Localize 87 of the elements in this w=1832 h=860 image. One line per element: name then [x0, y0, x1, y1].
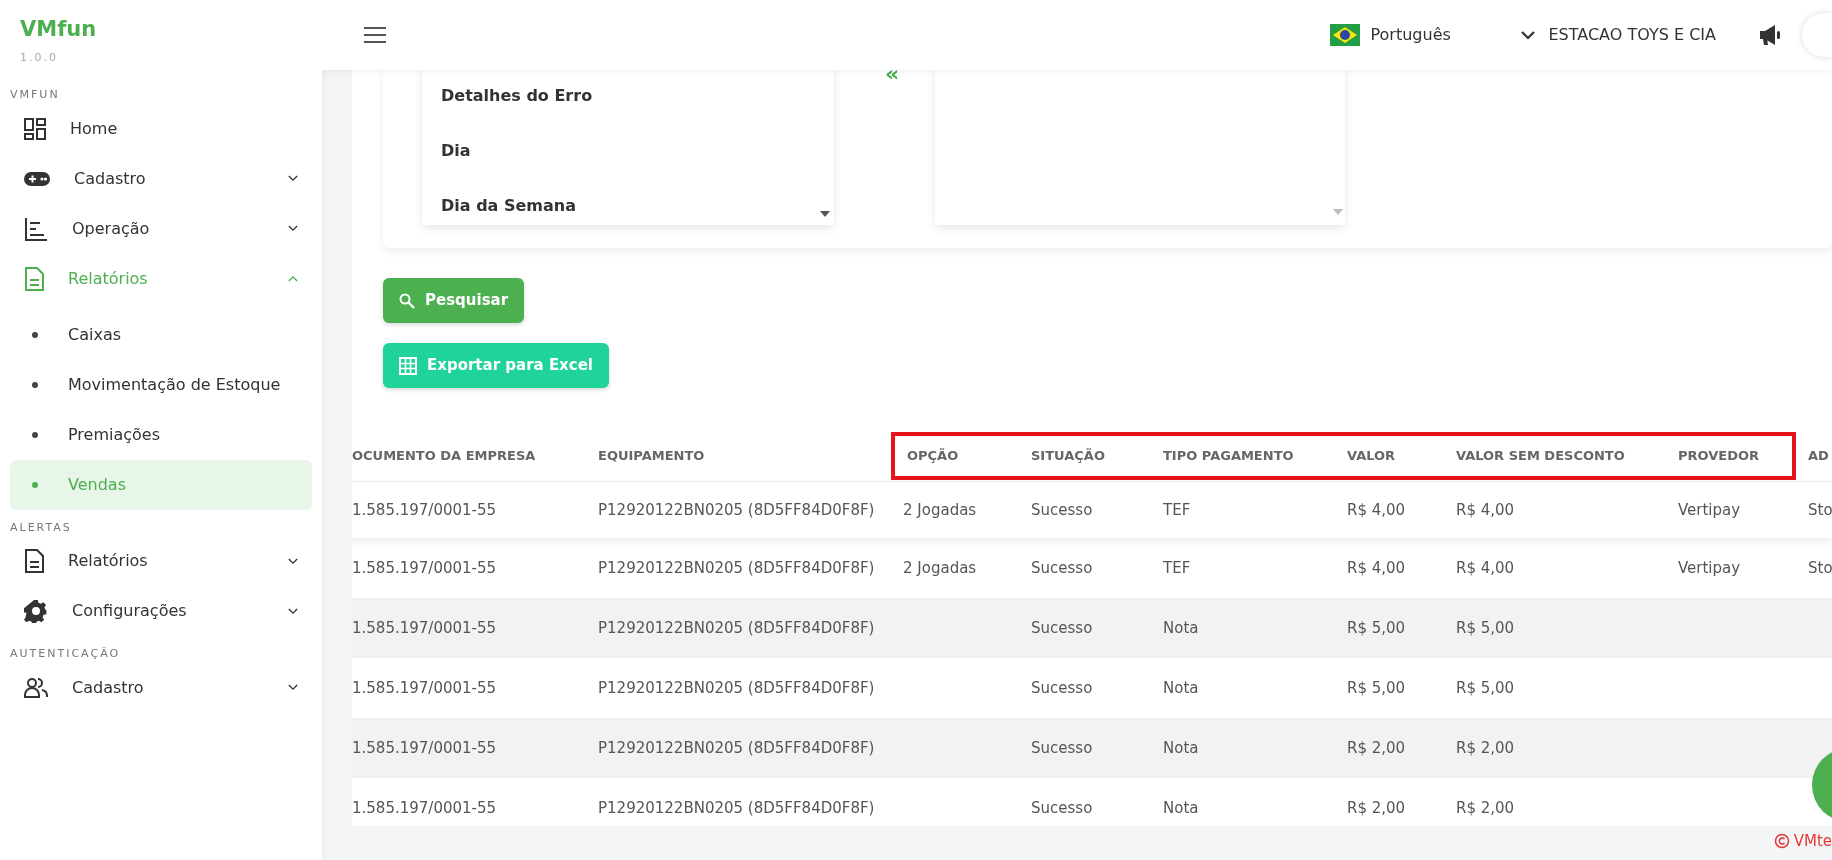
- table-cell: TEF: [1163, 501, 1191, 519]
- table-cell: Sucesso: [1031, 679, 1093, 697]
- table-cell: 1.585.197/0001-55: [352, 501, 497, 519]
- table-cell: R$ 4,00: [1347, 559, 1406, 577]
- bullet-icon: [32, 431, 38, 438]
- sidebar-subitem[interactable]: Movimentação de Estoque: [10, 359, 312, 410]
- table-cell: R$ 2,00: [1456, 799, 1515, 817]
- table-icon: [399, 356, 417, 375]
- brazil-flag-icon: [1330, 24, 1361, 46]
- sidebar-item[interactable]: Home: [10, 103, 312, 154]
- sidebar-item[interactable]: Relatórios: [10, 536, 312, 586]
- sidebar-item[interactable]: Cadastro: [10, 153, 312, 204]
- table-cell: 1.585.197/0001-55: [352, 739, 497, 757]
- table-cell: R$ 5,00: [1456, 619, 1515, 637]
- table-cell: Sto: [1808, 559, 1832, 577]
- users-icon: [24, 677, 48, 698]
- menu-icon[interactable]: [364, 27, 386, 43]
- table-cell: P12920122BN0205 (8D5FF84D0F8F): [598, 799, 875, 817]
- document-icon: [24, 266, 44, 291]
- sidebar-subitem[interactable]: Caixas: [10, 309, 312, 360]
- table-cell: R$ 4,00: [1347, 501, 1406, 519]
- table-cell: R$ 2,00: [1456, 739, 1515, 757]
- copyright-icon: [1773, 833, 1790, 850]
- table-cell: R$ 5,00: [1456, 679, 1515, 697]
- table-cell: R$ 4,00: [1456, 501, 1515, 519]
- version-label: 1.0.0: [19, 49, 59, 66]
- gamepad-icon: [24, 170, 50, 187]
- bullet-icon: [32, 331, 38, 338]
- table-cell: R$ 5,00: [1347, 619, 1406, 637]
- table-cell: 2 Jogadas: [903, 501, 977, 519]
- bullet-icon: [32, 481, 38, 488]
- table-cell: R$ 4,00: [1456, 559, 1515, 577]
- table-cell: 1.585.197/0001-55: [352, 619, 497, 637]
- table-cell: P12920122BN0205 (8D5FF84D0F8F): [598, 559, 875, 577]
- table-cell: Vertipay: [1678, 559, 1741, 577]
- table-cell: Nota: [1163, 799, 1199, 817]
- table-cell: Sto: [1808, 501, 1832, 519]
- table-cell: Sucesso: [1031, 501, 1093, 519]
- section-heading: VMFUN: [10, 87, 61, 103]
- table-cell: R$ 2,00: [1347, 799, 1406, 817]
- table-cell: Vertipay: [1678, 501, 1741, 519]
- column-header[interactable]: EQUIPAMENTO: [586, 431, 891, 480]
- dashboard-icon: [24, 117, 46, 140]
- sidebar-item[interactable]: Configurações: [10, 586, 312, 636]
- app-logo: VMfun: [19, 16, 98, 43]
- column-header[interactable]: OCUMENTO DA EMPRESA: [352, 431, 586, 480]
- table-cell: R$ 2,00: [1347, 739, 1406, 757]
- list-option[interactable]: Dia: [441, 123, 834, 178]
- table-cell: Nota: [1163, 739, 1199, 757]
- sidebar-item[interactable]: Operação: [10, 203, 312, 254]
- table-cell: 1.585.197/0001-55: [352, 799, 497, 817]
- document-icon: [24, 549, 44, 573]
- table-cell: Sucesso: [1031, 739, 1093, 757]
- settings-icon: [24, 599, 48, 623]
- search-icon: [399, 292, 415, 309]
- sidebar-subitem[interactable]: Premiações: [10, 409, 312, 460]
- sidebar-item[interactable]: Cadastro: [10, 662, 312, 713]
- chart-icon: [24, 216, 48, 241]
- column-header[interactable]: PROVEDOR: [1666, 431, 1796, 480]
- table-cell: Nota: [1163, 619, 1199, 637]
- column-header[interactable]: OPÇÃO: [891, 431, 1019, 480]
- table-cell: 1.585.197/0001-55: [352, 559, 497, 577]
- scroll-down-icon[interactable]: [820, 211, 830, 217]
- copyright-text: VMte: [1793, 831, 1832, 852]
- section-heading: AUTENTICAÇÃO: [10, 646, 122, 662]
- company-name[interactable]: ESTACAO TOYS E CIA: [1548, 23, 1716, 47]
- table-cell: P12920122BN0205 (8D5FF84D0F8F): [598, 739, 875, 757]
- language-selector[interactable]: Português: [1370, 23, 1511, 47]
- table-cell: Nota: [1163, 679, 1199, 697]
- table-cell: 2 Jogadas: [903, 559, 977, 577]
- megaphone-icon[interactable]: [1758, 24, 1782, 46]
- list-option[interactable]: Detalhes do Erro: [441, 70, 834, 123]
- available-fields-list[interactable]: Detalhes do Erro Dia Dia da Semana: [422, 70, 834, 225]
- table-cell: R$ 5,00: [1347, 679, 1406, 697]
- table-cell: Sucesso: [1031, 619, 1093, 637]
- table-cell: P12920122BN0205 (8D5FF84D0F8F): [598, 501, 875, 519]
- column-header[interactable]: AD: [1796, 431, 1832, 480]
- selected-fields-list[interactable]: [935, 70, 1346, 225]
- table-cell: Sucesso: [1031, 559, 1093, 577]
- table-cell: P12920122BN0205 (8D5FF84D0F8F): [598, 619, 875, 637]
- table-cell: Sucesso: [1031, 799, 1093, 817]
- table-cell: TEF: [1163, 559, 1191, 577]
- section-heading: ALERTAS: [10, 519, 73, 536]
- table-cell: 1.585.197/0001-55: [352, 679, 497, 697]
- bullet-icon: [32, 381, 38, 388]
- table-cell: P12920122BN0205 (8D5FF84D0F8F): [598, 679, 875, 697]
- chevron-down-icon[interactable]: [1520, 29, 1537, 41]
